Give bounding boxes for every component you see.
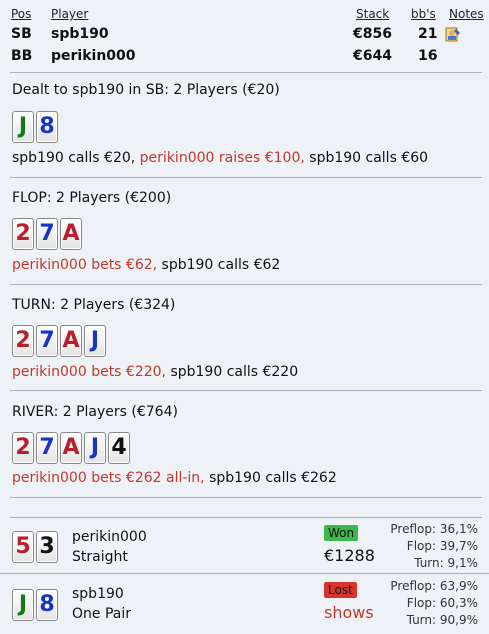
result-hand: Straight	[72, 549, 128, 565]
stat-label: Flop:	[406, 539, 437, 553]
action-text: spb190 calls €220	[170, 364, 299, 380]
turn-actions: perikin000 bets €220, spb190 calls €220	[12, 364, 298, 380]
flop-actions: perikin000 bets €62, spb190 calls €62	[12, 257, 280, 273]
playing-card: 8	[36, 111, 58, 143]
col-notes[interactable]: Notes	[449, 7, 484, 21]
divider	[10, 177, 482, 178]
stat-row: Preflop: 36,1%	[380, 522, 478, 536]
playing-card: 7	[36, 218, 58, 250]
playing-card: A	[60, 218, 82, 250]
playing-card: 7	[36, 325, 58, 357]
col-bbs[interactable]: bb's	[411, 7, 436, 21]
playing-card: 3	[36, 531, 58, 563]
stat-row: Turn: 9,1%	[380, 556, 478, 570]
divider	[10, 390, 482, 391]
playing-card: J	[84, 325, 106, 357]
divider	[0, 573, 489, 574]
stat-row: Flop: 39,7%	[380, 539, 478, 553]
result-cards: J8	[12, 589, 58, 621]
stat-label: Preflop:	[390, 522, 437, 536]
stat-row: Turn: 90,9%	[380, 613, 478, 627]
row-bbs: 16	[418, 48, 438, 64]
action-text: spb190 calls €262	[209, 470, 337, 486]
stat-value: 9,1%	[447, 556, 479, 570]
won-badge: Won	[324, 525, 359, 541]
col-stack[interactable]: Stack	[356, 7, 389, 21]
playing-card: A	[60, 432, 82, 464]
river-cards: 27AJ4	[12, 432, 130, 464]
stat-value: 63,9%	[439, 579, 478, 593]
result-hand: One Pair	[72, 606, 131, 622]
stat-label: Preflop:	[390, 579, 437, 593]
action-text: perikin000 bets €220,	[12, 364, 166, 380]
playing-card: J	[12, 111, 34, 143]
row-stack: €856	[353, 26, 392, 42]
river-actions: perikin000 bets €262 all-in, spb190 call…	[12, 470, 337, 486]
playing-card: 5	[12, 531, 34, 563]
stat-value: 90,9%	[439, 613, 478, 627]
stat-row: Preflop: 63,9%	[380, 579, 478, 593]
col-player[interactable]: Player	[51, 7, 88, 21]
divider	[10, 72, 482, 73]
playing-card: J	[84, 432, 106, 464]
col-pos[interactable]: Pos	[11, 7, 31, 21]
playing-card: J	[12, 589, 34, 621]
preflop-cards: J8	[12, 111, 58, 143]
divider	[10, 284, 482, 285]
flop-title: FLOP: 2 Players (€200)	[12, 190, 172, 206]
playing-card: 8	[36, 589, 58, 621]
result-player[interactable]: perikin000	[72, 529, 147, 545]
turn-title: TURN: 2 Players (€324)	[12, 297, 176, 313]
row-pos: BB	[11, 48, 33, 64]
playing-card: 4	[108, 432, 130, 464]
stat-label: Flop:	[406, 596, 437, 610]
divider	[10, 497, 482, 498]
result-cards: 53	[12, 531, 58, 563]
stat-row: Flop: 60,3%	[380, 596, 478, 610]
stat-value: 39,7%	[439, 539, 478, 553]
action-text: perikin000 raises €100,	[139, 150, 305, 166]
river-title: RIVER: 2 Players (€764)	[12, 404, 178, 420]
row-stack: €644	[353, 48, 392, 64]
stat-label: Turn:	[406, 613, 437, 627]
stat-value: 36,1%	[439, 522, 478, 536]
action-text: perikin000 bets €62,	[12, 257, 158, 273]
won-amount: €1288	[324, 546, 375, 565]
stat-value: 60,3%	[439, 596, 478, 610]
action-text: perikin000 bets €262 all-in,	[12, 470, 205, 486]
lost-badge: Lost	[324, 582, 357, 598]
row-player[interactable]: spb190	[51, 26, 109, 42]
stat-label: Turn:	[414, 556, 444, 570]
notes-icon[interactable]	[445, 26, 461, 42]
preflop-actions: spb190 calls €20, perikin000 raises €100…	[12, 150, 428, 166]
action-text: spb190 calls €62	[161, 257, 281, 273]
playing-card: 2	[12, 218, 34, 250]
row-pos: SB	[11, 26, 32, 42]
playing-card: 2	[12, 432, 34, 464]
action-text: spb190 calls €60	[309, 150, 429, 166]
players-table: Pos Player Stack bb's Notes SB spb190 €8…	[0, 0, 489, 72]
playing-card: 2	[12, 325, 34, 357]
flop-cards: 27A	[12, 218, 82, 250]
row-bbs: 21	[418, 26, 438, 42]
result-player[interactable]: spb190	[72, 586, 124, 602]
action-text: spb190 calls €20,	[12, 150, 136, 166]
preflop-title: Dealt to spb190 in SB: 2 Players (€20)	[12, 82, 280, 98]
shows-label: shows	[324, 603, 374, 622]
playing-card: A	[60, 325, 82, 357]
row-player[interactable]: perikin000	[51, 48, 136, 64]
playing-card: 7	[36, 432, 58, 464]
turn-cards: 27AJ	[12, 325, 106, 357]
divider	[10, 517, 482, 518]
